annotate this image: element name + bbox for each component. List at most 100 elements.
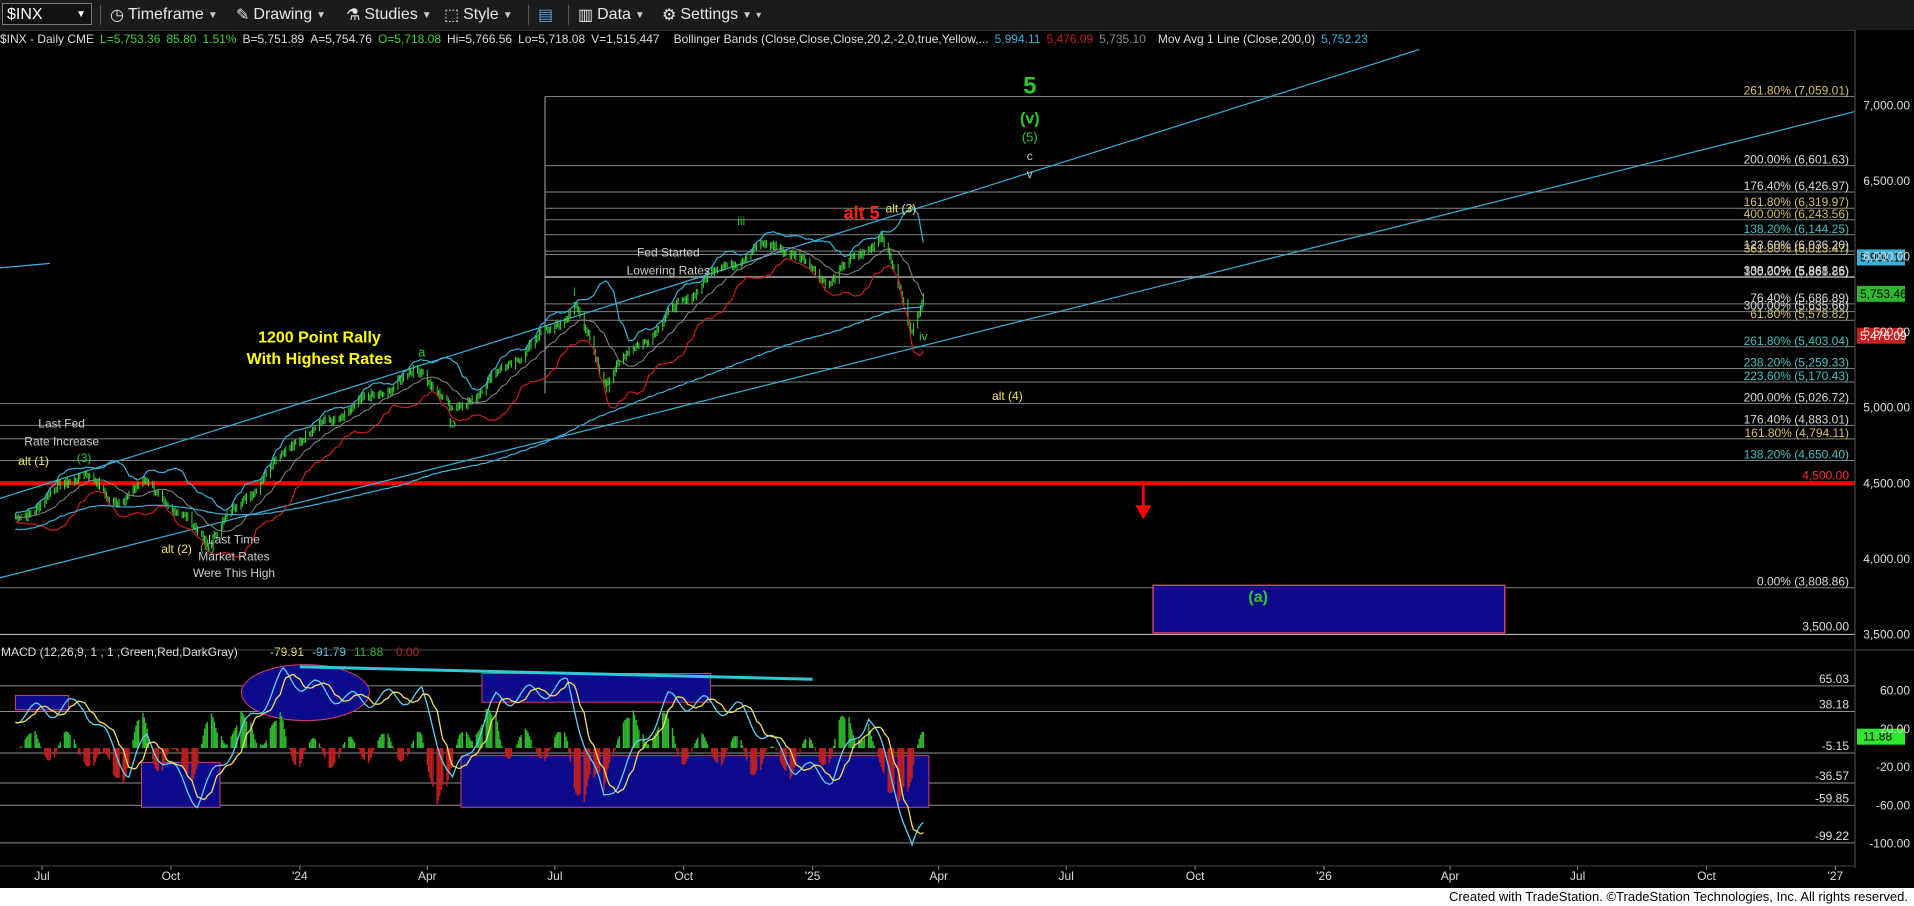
- macd-tag-label: 11.88: [1863, 730, 1892, 744]
- bar-chart-icon: ▥: [578, 7, 594, 24]
- axis-layer: 5,994.11 5,753.46 5,476.09 7,000.00 6,500.00…: [0, 30, 1914, 888]
- chart-annotation: Last Fed: [38, 416, 85, 430]
- fib-level-label: 400.00% (6,243.56): [1744, 207, 1849, 221]
- fib-level-label: 176.40% (4,883.01): [1744, 412, 1849, 426]
- fib-level-label: 161.80% (4,794.11): [1744, 426, 1849, 440]
- fib-level-label: 300.00% (5,635.66): [1744, 299, 1849, 313]
- chart-canvas[interactable]: 261.80% (7,059.01) 200.00% (6,601.63) 176.…: [0, 0, 1914, 888]
- macd-y-tick-label: -60.00: [1876, 798, 1910, 812]
- volume: V=1,515,447: [591, 32, 660, 46]
- chart-annotation: alt (2): [161, 542, 192, 556]
- macd-y-tick-label: 20.00: [1880, 722, 1910, 736]
- price-tag-label: 5,753.46: [1860, 287, 1907, 301]
- macd-title: MACD (12,26,9, 1 , 1 ,Green,Red,DarkGray…: [1, 645, 238, 659]
- price-tag: [1857, 327, 1905, 344]
- chart-annotation: 5: [1023, 72, 1036, 99]
- ask-price: A=5,754.76: [310, 32, 372, 46]
- fib-level-label: 138.20% (4,650.40): [1744, 448, 1849, 462]
- macd-y-tick-label: -100.00: [1869, 837, 1910, 851]
- down-arrow-icon: [1135, 505, 1152, 520]
- fib-level-label: 261.80% (7,059.01): [1744, 84, 1849, 98]
- x-tick-label: Apr: [929, 869, 948, 883]
- macd-value: 11.88: [354, 645, 383, 659]
- bollinger-mid-line: [15, 247, 924, 532]
- gear-icon: ⚙: [662, 7, 677, 24]
- chart-annotation: Market Rates: [198, 549, 269, 563]
- style-button[interactable]: ⬚ Style ▼: [444, 4, 513, 26]
- chart-annotation: a: [418, 344, 426, 359]
- macd-level-label: 38.18: [1819, 698, 1849, 712]
- x-tick-label: '24: [292, 869, 308, 883]
- price-tag: [1857, 249, 1905, 266]
- y-tick-label: 7,000.00: [1863, 98, 1910, 112]
- drawing-button[interactable]: ✎ Drawing ▼: [236, 4, 326, 26]
- fib-level-label: 223.60% (5,170.43): [1744, 369, 1849, 383]
- chart-annotation: (v): [1020, 111, 1040, 128]
- chart-annotation: iv: [919, 329, 928, 343]
- macd-line: [15, 666, 924, 847]
- style-label: Style: [463, 6, 499, 23]
- chart-annotation: (5): [1022, 130, 1038, 145]
- chart-annotation: (4): [200, 540, 215, 554]
- separator: [568, 5, 569, 25]
- y-tick-label: 5,500.00: [1863, 325, 1910, 339]
- fib-level-label: 123.60% (6,036.20): [1744, 238, 1849, 252]
- symbol-input[interactable]: $INX ▼: [2, 3, 92, 25]
- macd-level-label: -36.57: [1815, 769, 1849, 783]
- x-tick-label: Jul: [1570, 869, 1585, 883]
- fib-level-label: 61.80% (5,578.82): [1750, 307, 1849, 321]
- timeframe-button[interactable]: ◷ Timeframe ▼: [110, 4, 218, 26]
- data-button[interactable]: ▥ Data ▼: [578, 4, 645, 26]
- price-tag-label: 5,476.09: [1860, 329, 1907, 343]
- separator: [100, 5, 101, 25]
- fib-level-label: 200.00% (5,026.72): [1744, 391, 1849, 405]
- footer: Created with TradeStation. ©TradeStation…: [0, 888, 1914, 906]
- chart-annotation: With Highest Rates: [247, 351, 393, 368]
- fib-level-label: 161.80% (6,319.97): [1744, 195, 1849, 209]
- bollinger-upper-line: [14, 205, 924, 515]
- x-tick-label: Oct: [1697, 869, 1716, 883]
- fib-level-label: 138.20% (6,144.25): [1744, 222, 1849, 236]
- chevron-down-icon: ▼: [316, 9, 326, 21]
- symbol-title: $INX - Daily CME: [0, 32, 95, 46]
- chart-annotation: Were This High: [193, 566, 275, 580]
- target-box: [1152, 584, 1506, 634]
- fib-level-label: 100.00% (5,861.85): [1744, 264, 1849, 278]
- x-tick-label: Oct: [1186, 869, 1205, 883]
- x-tick-label: Oct: [162, 869, 181, 883]
- macd-box: [481, 672, 711, 703]
- chart-annotation: Fed Started: [637, 246, 700, 260]
- studies-button[interactable]: ⚗ Studies ▼: [346, 4, 432, 26]
- macd-histogram: [16, 708, 924, 807]
- chart-annotation: v: [1027, 167, 1033, 181]
- fib-level-label: 200.00% (6,601.63): [1744, 153, 1849, 167]
- bollinger-lower-line: [15, 258, 924, 558]
- x-tick-label: Apr: [418, 869, 437, 883]
- bollinger-lower-value: 5,476.09: [1046, 32, 1094, 46]
- layout-button[interactable]: ▤: [538, 4, 553, 26]
- y-tick-label: 4,000.00: [1863, 552, 1910, 566]
- chart-annotation: c: [1027, 149, 1033, 163]
- x-tick-label: '26: [1316, 869, 1332, 883]
- fib-level-label: 261.80% (5,403.04): [1744, 334, 1849, 348]
- x-tick-label: '27: [1828, 869, 1844, 883]
- chevron-down-icon: ▼: [421, 9, 432, 21]
- y-tick-label: 6,000.00: [1863, 250, 1910, 264]
- chart-annotation: b: [449, 415, 456, 430]
- chart-annotation: alt (4): [992, 389, 1023, 403]
- studies-label: Studies: [364, 6, 418, 23]
- macd-level-label: -99.22: [1815, 829, 1849, 843]
- channel-line: [0, 262, 51, 269]
- macd-level-label: -59.85: [1815, 791, 1849, 805]
- settings-button[interactable]: ⚙ Settings ▼ ▾: [662, 4, 761, 26]
- timeframe-label: Timeframe: [127, 6, 204, 23]
- y-tick-label: 5,000.00: [1863, 401, 1910, 415]
- chart-annotation: (a): [1248, 589, 1268, 606]
- toolbar: $INX ▼ ◷ Timeframe ▼ ✎ Drawing ▼ ⚗ Studi…: [0, 0, 1914, 31]
- macd-ellipse: [240, 664, 370, 722]
- macd-level-label: -5.15: [1822, 739, 1850, 753]
- pct-change: 1.51%: [202, 32, 237, 46]
- chart-annotation: alt (3): [886, 202, 917, 216]
- chevron-down-icon: ▼: [76, 9, 86, 20]
- price-tag-label: 5,994.11: [1860, 250, 1906, 264]
